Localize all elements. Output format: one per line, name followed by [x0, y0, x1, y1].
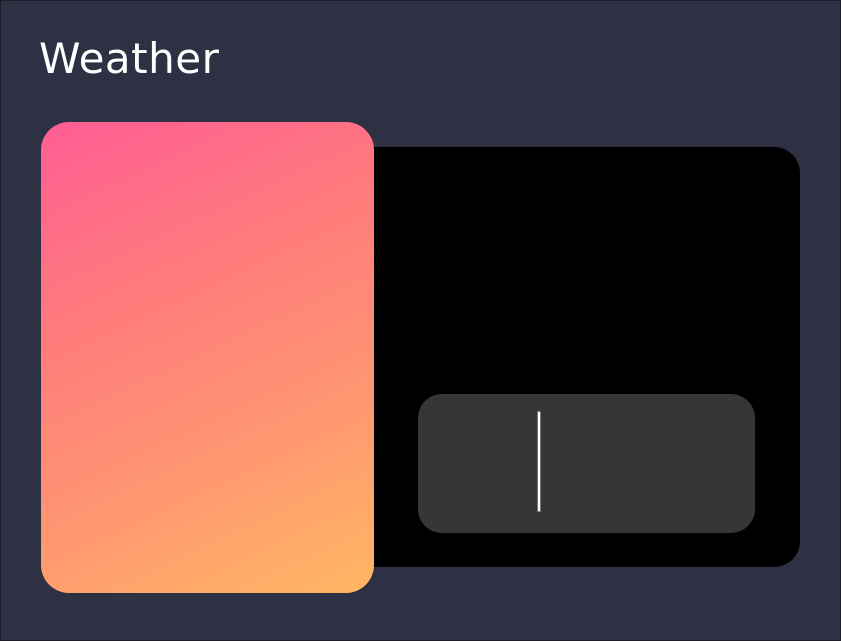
app-window: Weather: [0, 0, 841, 641]
text-input[interactable]: [418, 394, 755, 533]
page-title: Weather: [39, 34, 220, 83]
text-cursor: [537, 411, 541, 512]
weather-card[interactable]: [41, 122, 374, 593]
